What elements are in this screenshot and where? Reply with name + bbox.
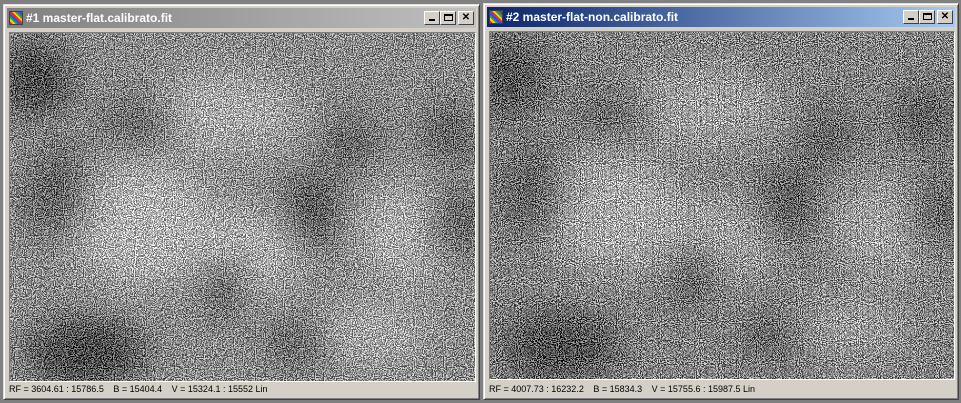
minimize-icon bbox=[908, 18, 914, 20]
rf-readout: RF = 4007.73 : 16232.2 bbox=[489, 384, 584, 394]
flat-field-image-1 bbox=[10, 33, 475, 381]
window-1-image-canvas[interactable] bbox=[9, 32, 476, 382]
minimize-button[interactable] bbox=[903, 10, 919, 24]
window-2-statusbar: RF = 4007.73 : 16232.2 B = 15834.3 V = 1… bbox=[487, 382, 955, 396]
palette-icon[interactable] bbox=[9, 11, 23, 25]
visualization-readout: V = 15755.6 : 15987.5 Lin bbox=[651, 384, 755, 394]
minimize-icon bbox=[429, 19, 435, 21]
palette-icon[interactable] bbox=[489, 10, 503, 24]
rf-readout: RF = 3604.61 : 15786.5 bbox=[9, 384, 104, 394]
window-2-titlebar[interactable]: #2 master-flat-non.calibrato.fit ✕ bbox=[487, 7, 955, 27]
window-1-controls: ✕ bbox=[424, 11, 474, 25]
image-window-1[interactable]: #1 master-flat.calibrato.fit ✕ RF = 3604… bbox=[3, 4, 480, 400]
window-2-title: #2 master-flat-non.calibrato.fit bbox=[506, 10, 679, 24]
close-button[interactable]: ✕ bbox=[458, 11, 474, 25]
background-readout: B = 15834.3 bbox=[593, 384, 643, 394]
minimize-button[interactable] bbox=[424, 11, 440, 25]
close-icon: ✕ bbox=[461, 12, 471, 23]
window-2-controls: ✕ bbox=[903, 10, 953, 24]
close-icon: ✕ bbox=[940, 11, 950, 22]
window-1-title: #1 master-flat.calibrato.fit bbox=[26, 11, 173, 25]
maximize-button[interactable] bbox=[919, 10, 935, 24]
window-1-titlebar[interactable]: #1 master-flat.calibrato.fit ✕ bbox=[7, 8, 476, 28]
maximize-icon bbox=[444, 14, 453, 21]
background-readout: B = 15404.4 bbox=[113, 384, 163, 394]
window-1-statusbar: RF = 3604.61 : 15786.5 B = 15404.4 V = 1… bbox=[7, 382, 476, 396]
image-window-2[interactable]: #2 master-flat-non.calibrato.fit ✕ RF = … bbox=[483, 3, 959, 400]
flat-field-image-2 bbox=[490, 32, 954, 379]
maximize-icon bbox=[923, 13, 932, 20]
maximize-button[interactable] bbox=[440, 11, 456, 25]
visualization-readout: V = 15324.1 : 15552 Lin bbox=[171, 384, 268, 394]
close-button[interactable]: ✕ bbox=[937, 10, 953, 24]
window-2-image-canvas[interactable] bbox=[489, 31, 955, 380]
